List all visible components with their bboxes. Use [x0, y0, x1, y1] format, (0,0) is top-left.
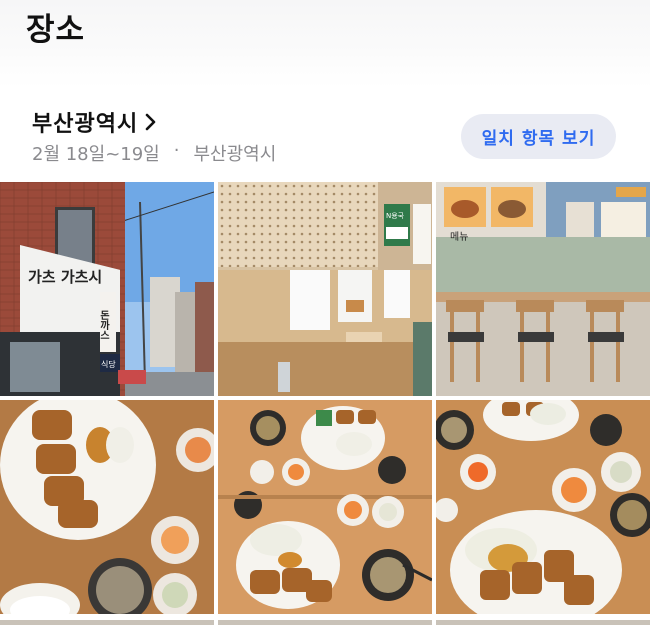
next-row-peek [0, 620, 650, 625]
page-title: 장소 [26, 12, 86, 48]
location-text: 부산광역시 [193, 144, 277, 165]
vertical-sign-text: 돈까스 [98, 310, 110, 340]
photo-thumbnail[interactable]: 메뉴 [436, 182, 650, 396]
notice-text: N용국 [386, 212, 405, 220]
photo-thumbnail[interactable]: N용국 [218, 182, 432, 396]
store-sign-text: 가츠 가츠시 [28, 268, 102, 286]
place-name[interactable]: 부산광역시 [32, 106, 138, 138]
place-subtitle: 2월 18일~19일 · 부산광역시 [32, 140, 276, 166]
date-range: 2월 18일~19일 [32, 144, 160, 165]
photo-grid: 가츠 가츠시 돈까스 식당 N용국 메뉴 [0, 182, 650, 614]
photo-thumbnail[interactable] [436, 400, 650, 614]
sign-text-2: 식당 [101, 359, 116, 369]
menu-text: 메뉴 [450, 231, 468, 243]
chevron-right-icon[interactable] [144, 111, 162, 133]
photo-thumbnail[interactable] [0, 400, 214, 614]
photo-thumbnail[interactable]: 가츠 가츠시 돈까스 식당 [0, 182, 214, 396]
show-matches-button[interactable]: 일치 항목 보기 [461, 114, 616, 159]
separator-dot: · [173, 140, 180, 161]
place-header[interactable]: 부산광역시 [32, 106, 162, 138]
photo-thumbnail[interactable] [218, 400, 432, 614]
header-background [0, 0, 650, 88]
